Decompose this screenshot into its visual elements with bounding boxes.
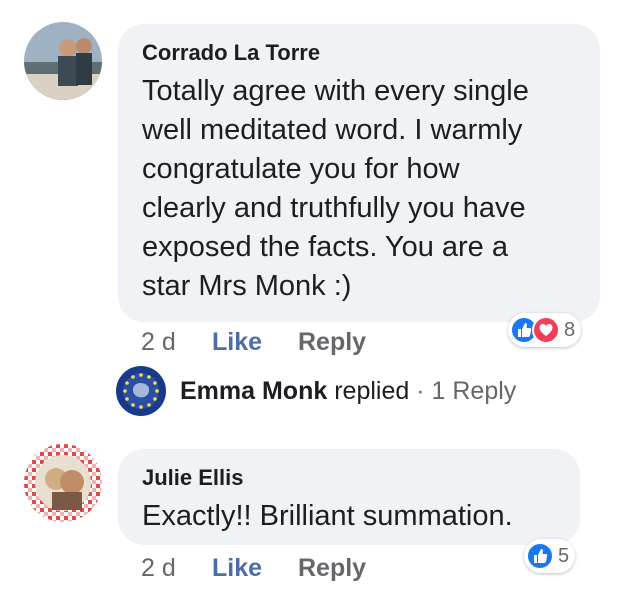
avatar-emma-monk[interactable] [116,366,166,416]
avatar-photo-icon [24,22,102,100]
comment-timestamp[interactable]: 2 d [141,554,176,583]
reply-separator: · [416,377,425,405]
comment-text: Totally agree with every single well med… [142,75,529,302]
reactions-summary[interactable]: 5 [524,539,576,573]
avatar-photo-icon [24,444,102,522]
love-icon [532,316,560,344]
comment-timestamp[interactable]: 2 d [141,328,176,357]
reply-button[interactable]: Reply [298,328,366,357]
comment-text: Exactly!! Brilliant summation. [142,500,513,532]
eu-flag-icon [116,366,166,416]
comment-author[interactable]: Julie Ellis [142,465,556,491]
reply-action-text: replied [334,377,410,405]
avatar-julie-ellis[interactable] [24,444,102,522]
reaction-count: 8 [564,318,576,341]
reactions-summary[interactable]: 8 [508,313,582,347]
reaction-count: 5 [558,544,570,567]
like-icon [526,542,554,570]
reply-author-name[interactable]: Emma Monk [180,377,327,405]
comment-author[interactable]: Corrado La Torre [142,40,576,66]
comment-bubble-corrado: Corrado La Torre Totally agree with ever… [118,24,600,322]
reply-count[interactable]: 1 Reply [432,377,517,405]
replies-link[interactable]: Emma Monk replied · 1 Reply [180,377,516,406]
like-button[interactable]: Like [212,554,262,583]
comment-bubble-julie: Julie Ellis Exactly!! Brilliant summatio… [118,449,580,545]
avatar-corrado[interactable] [24,22,102,100]
reply-button[interactable]: Reply [298,554,366,583]
like-button[interactable]: Like [212,328,262,357]
